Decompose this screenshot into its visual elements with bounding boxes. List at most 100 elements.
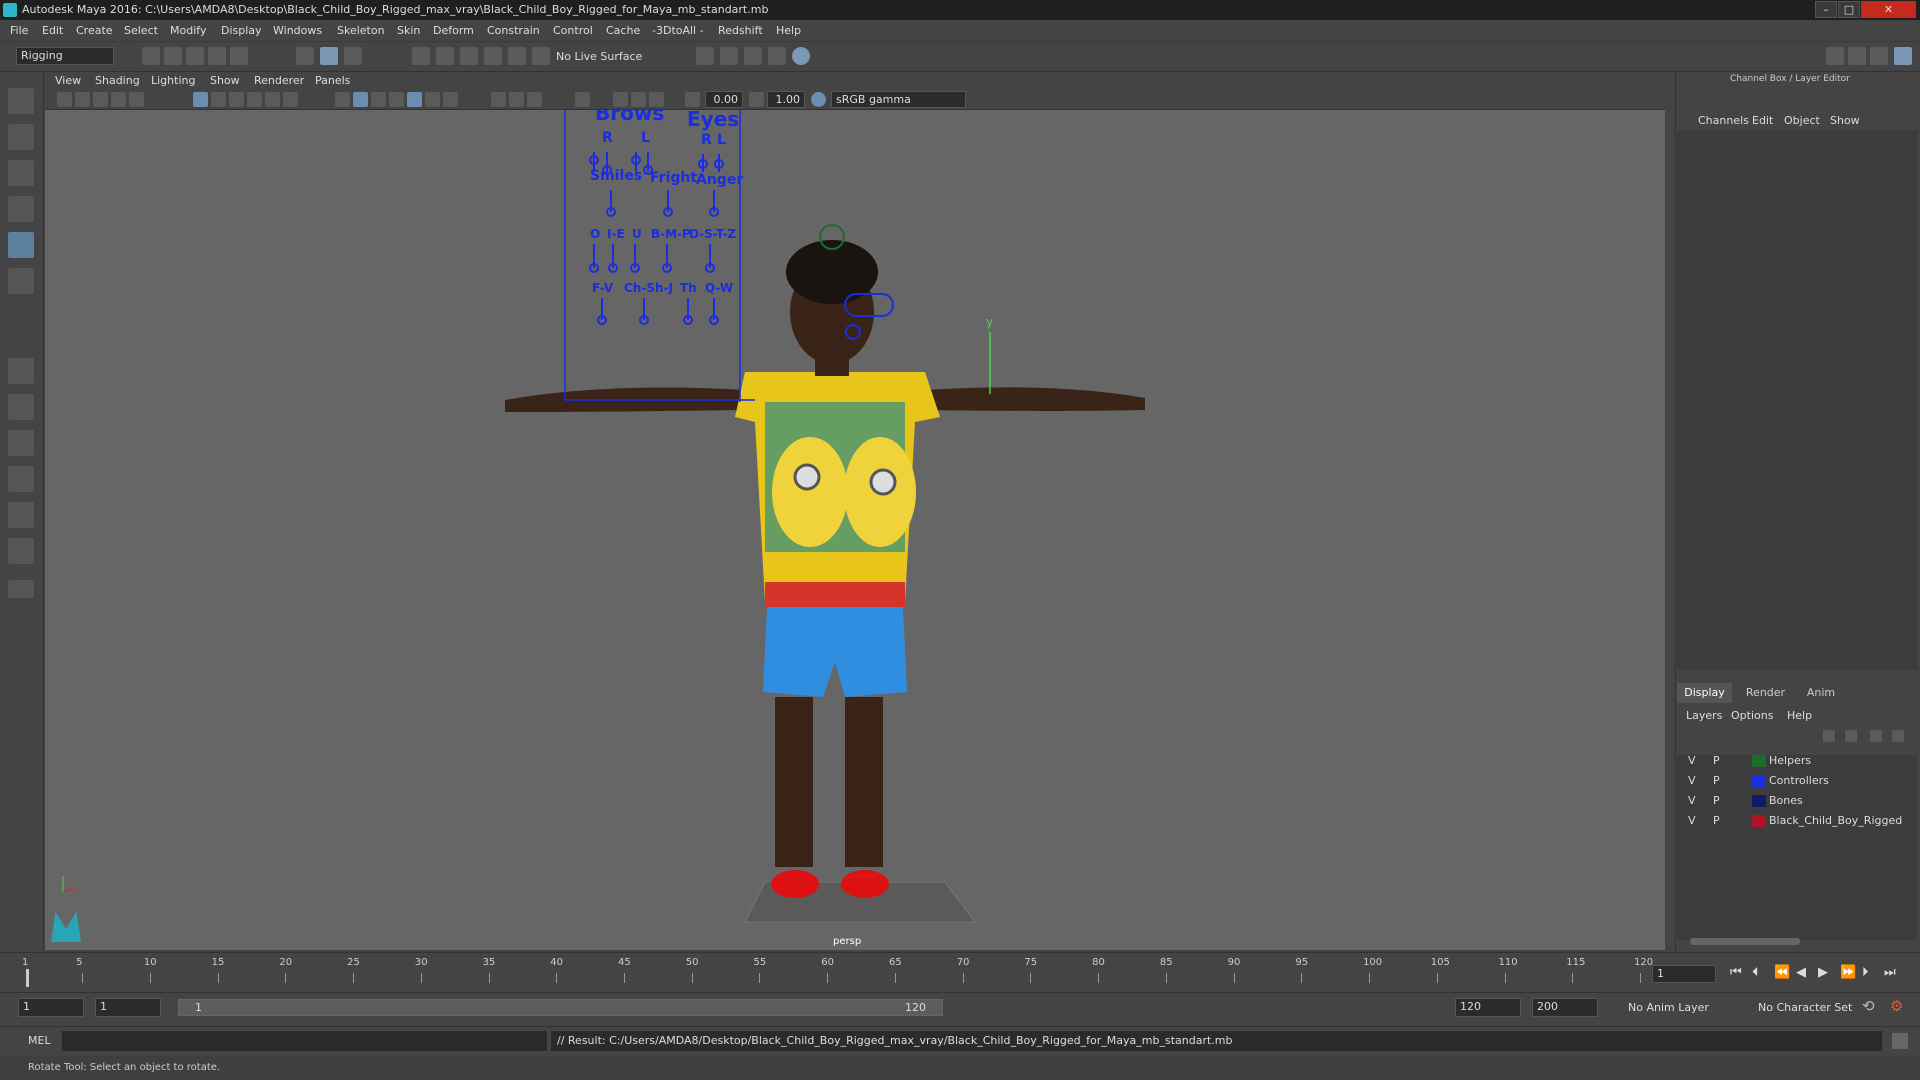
attribute-editor-icon[interactable] xyxy=(1848,47,1866,65)
playback-end-field[interactable]: 120 xyxy=(1455,998,1521,1017)
render-settings-icon[interactable] xyxy=(696,47,714,65)
paint-select-icon[interactable] xyxy=(8,160,34,186)
play-backwards-icon[interactable]: ◀ xyxy=(1796,965,1806,980)
snap-view-icon[interactable] xyxy=(484,47,502,65)
select-object-icon[interactable] xyxy=(320,47,338,65)
menu-create[interactable]: Create xyxy=(76,24,113,37)
persp-outliner-icon[interactable] xyxy=(8,430,34,456)
menu-skin[interactable]: Skin xyxy=(397,24,420,37)
step-back-frame-icon[interactable]: ⏪ xyxy=(1774,965,1790,980)
render-frame-icon[interactable] xyxy=(744,47,762,65)
persp-node-icon[interactable] xyxy=(8,538,34,564)
view-transform-dropdown[interactable]: sRGB gamma xyxy=(831,91,966,108)
layer-name[interactable]: Bones xyxy=(1769,794,1803,807)
emotion-sliders[interactable] xyxy=(606,190,719,217)
phoneme-sliders-row1[interactable] xyxy=(589,244,715,273)
redo-icon[interactable] xyxy=(230,47,248,65)
scale-tool-icon[interactable] xyxy=(8,268,34,294)
step-forward-key-icon[interactable]: ⏵ xyxy=(1862,965,1869,980)
ssao-icon[interactable] xyxy=(613,92,628,107)
move-layer-up-icon[interactable] xyxy=(1823,730,1835,742)
character-set-dropdown[interactable]: No Character Set xyxy=(1758,1001,1852,1014)
layer-name[interactable]: Controllers xyxy=(1769,774,1829,787)
lasso-tool-icon[interactable] xyxy=(8,124,34,150)
menu-3dtoall[interactable]: -3DtoAll - xyxy=(652,24,704,37)
anim-layer-dropdown[interactable]: No Anim Layer xyxy=(1628,1001,1709,1014)
menu-display[interactable]: Display xyxy=(221,24,262,37)
show-menu[interactable]: Show xyxy=(1830,114,1860,127)
phoneme-sliders-row2[interactable] xyxy=(597,298,719,325)
go-to-start-icon[interactable]: ⏮ xyxy=(1730,965,1742,980)
close-button[interactable]: ✕ xyxy=(1861,1,1916,18)
single-perspective-icon[interactable] xyxy=(8,358,34,384)
playback-start-field[interactable]: 1 xyxy=(95,998,161,1017)
more-layouts-icon[interactable] xyxy=(8,580,34,598)
panel-menu-show[interactable]: Show xyxy=(210,74,240,87)
panel-menu-shading[interactable]: Shading xyxy=(95,74,140,87)
grid-icon[interactable] xyxy=(193,92,208,107)
panel-menu-renderer[interactable]: Renderer xyxy=(254,74,304,87)
rotate-tool-icon[interactable] xyxy=(8,232,34,258)
exposure-field[interactable]: 0.00 xyxy=(705,91,743,108)
render-view-icon[interactable] xyxy=(720,47,738,65)
step-back-key-icon[interactable]: ⏴ xyxy=(1752,965,1759,980)
current-frame-field[interactable]: 1 xyxy=(1652,965,1716,983)
menu-redshift[interactable]: Redshift xyxy=(718,24,763,37)
backface-icon[interactable] xyxy=(527,92,542,107)
hypershade-icon[interactable] xyxy=(792,47,810,65)
tool-settings-icon[interactable] xyxy=(1870,47,1888,65)
bookmark-icon[interactable] xyxy=(93,92,108,107)
layer-playback-toggle[interactable]: P xyxy=(1713,774,1720,787)
magnet-icon[interactable] xyxy=(532,47,550,65)
layer-color-swatch[interactable] xyxy=(1752,795,1766,807)
menu-control[interactable]: Control xyxy=(553,24,593,37)
script-editor-icon[interactable] xyxy=(1892,1033,1908,1049)
xray-joints-icon[interactable] xyxy=(509,92,524,107)
layer-row[interactable]: V P Helpers xyxy=(1677,751,1917,771)
channel-box-icon[interactable] xyxy=(1894,47,1912,65)
layer-row[interactable]: V P Bones xyxy=(1677,791,1917,811)
channel-box-area[interactable] xyxy=(1677,130,1917,670)
film-gate-icon[interactable] xyxy=(211,92,226,107)
camera-select-icon[interactable] xyxy=(57,92,72,107)
snap-curve-icon[interactable] xyxy=(436,47,454,65)
persp-hypershade-icon[interactable] xyxy=(8,502,34,528)
menu-windows[interactable]: Windows xyxy=(273,24,322,37)
minimize-button[interactable]: – xyxy=(1815,1,1837,18)
antialias-icon[interactable] xyxy=(649,92,664,107)
exposure-icon[interactable] xyxy=(685,92,700,107)
play-forwards-icon[interactable]: ▶ xyxy=(1818,965,1828,980)
layer-visibility-toggle[interactable]: V xyxy=(1688,754,1696,767)
edit-menu[interactable]: Edit xyxy=(1752,114,1773,127)
menu-set-dropdown[interactable]: Rigging xyxy=(16,47,114,65)
panel-menu-lighting[interactable]: Lighting xyxy=(151,74,195,87)
new-scene-icon[interactable] xyxy=(142,47,160,65)
modeling-toolkit-icon[interactable] xyxy=(1826,47,1844,65)
step-forward-frame-icon[interactable]: ⏩ xyxy=(1840,965,1856,980)
layer-name[interactable]: Helpers xyxy=(1769,754,1811,767)
live-surface-label[interactable]: No Live Surface xyxy=(556,50,642,63)
resolution-gate-icon[interactable] xyxy=(229,92,244,107)
select-hierarchy-icon[interactable] xyxy=(296,47,314,65)
default-material-icon[interactable] xyxy=(371,92,386,107)
layer-color-swatch[interactable] xyxy=(1752,755,1766,767)
move-tool-icon[interactable] xyxy=(8,196,34,222)
script-language-toggle[interactable]: MEL xyxy=(28,1034,51,1047)
open-scene-icon[interactable] xyxy=(164,47,182,65)
tab-anim[interactable]: Anim xyxy=(1796,683,1846,703)
field-chart-icon[interactable] xyxy=(265,92,280,107)
help-menu[interactable]: Help xyxy=(1787,709,1812,722)
menu-edit[interactable]: Edit xyxy=(42,24,63,37)
wireframe-icon[interactable] xyxy=(335,92,350,107)
range-slider[interactable]: 1 120 xyxy=(178,999,943,1016)
camera-attr-icon[interactable] xyxy=(75,92,90,107)
menu-help[interactable]: Help xyxy=(776,24,801,37)
layer-color-swatch[interactable] xyxy=(1752,815,1766,827)
command-input[interactable] xyxy=(62,1031,547,1051)
four-view-icon[interactable] xyxy=(8,394,34,420)
new-layer-icon[interactable] xyxy=(1870,730,1882,742)
textured-icon[interactable] xyxy=(407,92,422,107)
animation-prefs-icon[interactable]: ⚙ xyxy=(1890,997,1903,1015)
menu-constrain[interactable]: Constrain xyxy=(487,24,540,37)
options-menu[interactable]: Options xyxy=(1731,709,1773,722)
